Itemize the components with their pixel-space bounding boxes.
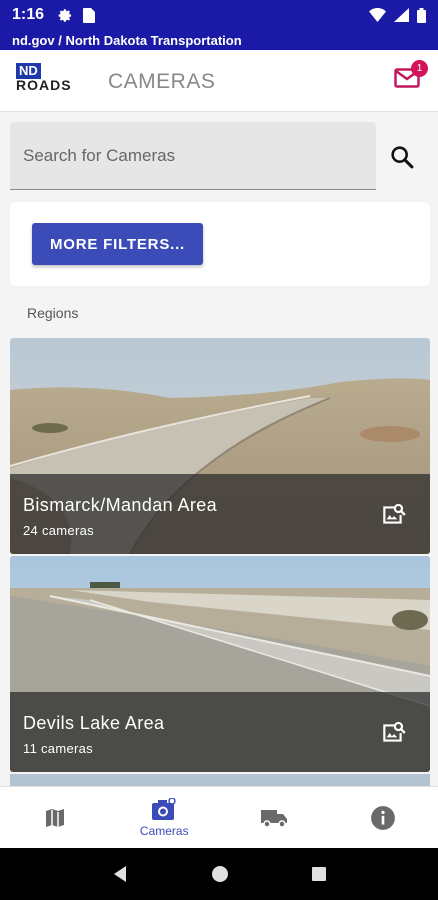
image-search-icon[interactable] [380,720,406,746]
settings-icon [58,8,72,22]
nav-item-info[interactable] [329,787,438,848]
region-camera-count: 24 cameras [23,523,94,538]
region-camera-count: 11 cameras [23,741,93,756]
recents-icon[interactable] [311,866,327,882]
mail-button[interactable]: 1 [394,60,428,90]
camera-icon [152,797,176,820]
region-card-devils-lake[interactable]: Devils Lake Area 11 cameras [10,556,430,772]
more-filters-button[interactable]: MORE FILTERS... [32,223,203,265]
nav-item-map[interactable] [0,787,110,848]
status-time: 1:16 [12,6,45,23]
filter-card: MORE FILTERS... [10,202,430,286]
info-icon [371,805,396,830]
status-bar: 1:16 [0,0,438,30]
battery-icon [417,7,426,23]
back-icon[interactable] [111,865,129,883]
nav-item-trucks[interactable] [219,787,329,848]
nd-roads-logo[interactable]: ND ROADS [14,63,86,97]
logo-roads-text: ROADS [16,77,72,93]
map-icon [45,808,64,827]
page-title: CAMERAS [108,70,216,93]
search-input[interactable] [10,122,376,189]
truck-icon [260,809,287,828]
wifi-icon [369,8,386,22]
regions-heading: Regions [27,305,79,321]
search-button[interactable] [388,143,416,171]
signal-icon [394,8,409,22]
nav-label-cameras: Cameras [139,823,189,838]
region-name: Devils Lake Area [23,713,165,733]
search-icon [391,146,414,169]
bottom-nav: Cameras [0,786,438,848]
sim-card-icon [83,7,96,23]
region-card-bismarck-mandan[interactable]: Bismarck/Mandan Area 24 cameras [10,338,430,554]
nav-item-cameras[interactable]: Cameras [110,787,220,848]
notification-badge: 1 [411,60,428,77]
system-nav-bar [0,848,438,900]
search-field [10,122,376,190]
home-icon[interactable] [211,865,229,883]
image-search-icon[interactable] [380,502,406,528]
app-bar: ND ROADS CAMERAS 1 [0,50,438,112]
url-bar: nd.gov / North Dakota Transportation [0,30,438,50]
region-name: Bismarck/Mandan Area [23,495,218,515]
